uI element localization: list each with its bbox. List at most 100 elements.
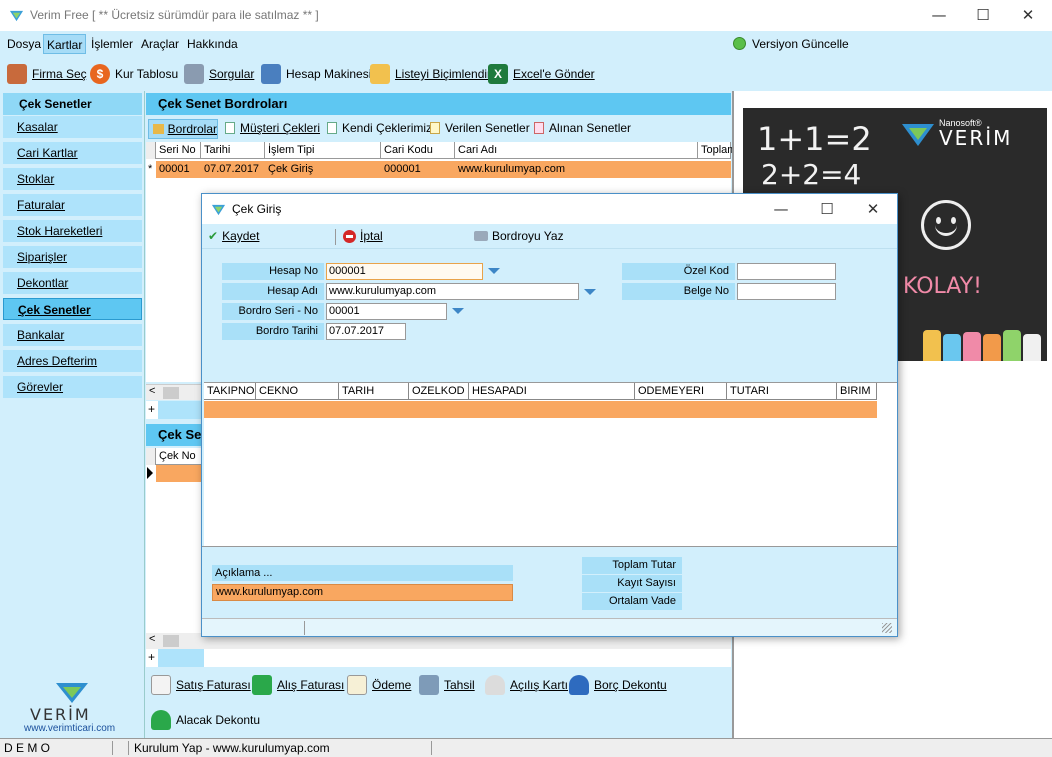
version-update-link[interactable]: Versiyon Güncelle <box>752 37 849 51</box>
excel-gonder-button[interactable]: X Excel'e Gönder <box>488 63 595 85</box>
tab-label: Kendi Çeklerimiz <box>342 121 433 135</box>
hesap-adi-dropdown-icon[interactable] <box>584 289 596 295</box>
col-takipno[interactable]: TAKIPNO <box>204 383 256 400</box>
hesap-no-dropdown-icon[interactable] <box>488 268 500 274</box>
col-cari-adi[interactable]: Cari Adı <box>455 142 698 159</box>
sidebar-item-cari-kartlar[interactable]: Cari Kartlar <box>3 142 142 164</box>
maximize-button[interactable]: ☐ <box>960 4 1006 28</box>
sidebar-item-stok-hareketleri[interactable]: Stok Hareketleri <box>3 220 142 242</box>
dialog-close-button[interactable]: ✕ <box>850 198 896 222</box>
scroll-thumb[interactable] <box>163 635 179 647</box>
bordro-seri-dropdown-icon[interactable] <box>452 308 464 314</box>
aciklama-input[interactable]: www.kurulumyap.com <box>212 584 513 601</box>
version-update-icon <box>733 37 746 50</box>
ozel-kod-input[interactable] <box>737 263 836 280</box>
resize-grip-icon[interactable] <box>882 623 892 633</box>
dialog-minimize-button[interactable]: — <box>758 198 804 222</box>
smiley-eye-icon <box>936 217 941 224</box>
hesap-adi-input[interactable]: www.kurulumyap.com <box>326 283 579 300</box>
sidebar-item-stoklar[interactable]: Stoklar <box>3 168 142 190</box>
sidebar-item-faturalar[interactable]: Faturalar <box>3 194 142 216</box>
bordro-tarihi-input[interactable]: 07.07.2017 <box>326 323 406 340</box>
minimize-button[interactable]: — <box>916 4 962 28</box>
scroll-thumb[interactable] <box>163 387 179 399</box>
col-ozelkod[interactable]: OZELKOD <box>409 383 469 400</box>
table-row[interactable]: 00001 07.07.2017 Çek Giriş 000001 www.ku… <box>156 161 731 178</box>
verim-logo-icon <box>56 683 88 703</box>
sorgular-button[interactable]: Sorgular <box>184 63 254 85</box>
kaydet-button[interactable]: ✔ Kaydet <box>208 229 259 243</box>
firma-sec-button[interactable]: Firma Seç <box>7 63 87 85</box>
tahsil-button[interactable]: Tahsil <box>419 673 475 697</box>
sidebar-item-label: Kasalar <box>17 120 58 134</box>
close-button[interactable]: ✕ <box>1005 4 1051 28</box>
hesap-no-input[interactable]: 000001 <box>326 263 483 280</box>
sidebar-item-label: Görevler <box>17 380 64 394</box>
borc-dekontu-button[interactable]: Borç Dekontu <box>569 673 667 697</box>
add-row-bar-2: + <box>146 649 731 667</box>
invoice-icon <box>151 675 171 695</box>
kur-tablosu-button[interactable]: $ Kur Tablosu <box>90 63 178 85</box>
calculator-icon <box>261 64 281 84</box>
col-cekno[interactable]: CEKNO <box>256 383 339 400</box>
sidebar-brand-url[interactable]: www.verimticari.com <box>24 723 115 734</box>
toolbar: Firma Seç $ Kur Tablosu Sorgular Hesap M… <box>0 57 1052 91</box>
col-birim[interactable]: BIRIM <box>837 383 877 400</box>
menu-kartlar[interactable]: Kartlar <box>43 34 87 54</box>
sidebar-item-bankalar[interactable]: Bankalar <box>3 324 142 346</box>
tab-verilen-senetler[interactable]: Verilen Senetler <box>430 121 530 135</box>
sidebar-item-label: Siparişler <box>17 250 68 264</box>
sidebar-item-label: Stok Hareketleri <box>17 224 103 238</box>
col-hesapadi[interactable]: HESAPADI <box>469 383 635 400</box>
col-cari-kodu[interactable]: Cari Kodu <box>381 142 455 159</box>
sidebar-item-adres-defterim[interactable]: Adres Defterim <box>3 350 142 372</box>
row-pointer-icon <box>147 467 153 479</box>
satis-faturasi-button[interactable]: Satış Faturası <box>151 673 251 697</box>
folder-icon <box>153 124 164 134</box>
col-tarih[interactable]: TARIH <box>339 383 409 400</box>
belge-no-input[interactable] <box>737 283 836 300</box>
sidebar-item-dekontlar[interactable]: Dekontlar <box>3 272 142 294</box>
sidebar-item-cek-senetler[interactable]: Çek Senetler <box>3 298 142 320</box>
odeme-button[interactable]: Ödeme <box>347 673 411 697</box>
iptal-button[interactable]: İptal <box>343 229 383 243</box>
purchase-icon <box>252 675 272 695</box>
col-tutari[interactable]: TUTARI <box>727 383 837 400</box>
iptal-label: İptal <box>360 229 383 243</box>
menu-araclar[interactable]: Araçlar <box>138 34 182 54</box>
hesap-makinesi-button[interactable]: Hesap Makinesi <box>261 63 371 85</box>
alis-faturasi-button[interactable]: Alış Faturası <box>252 673 344 697</box>
status-divider <box>431 741 432 755</box>
listeyi-bicimlendir-label: Listeyi Biçimlendir <box>395 67 492 81</box>
tab-musteri-cekleri[interactable]: Müşteri Çekleri <box>225 121 320 135</box>
col-islem-tipi[interactable]: İşlem Tipi <box>265 142 381 159</box>
sidebar-item-siparisler[interactable]: Siparişler <box>3 246 142 268</box>
col-cek-no[interactable]: Çek No <box>156 448 206 465</box>
tab-kendi-ceklerimiz[interactable]: Kendi Çeklerimiz <box>327 121 432 135</box>
sorgular-label: Sorgular <box>209 67 255 81</box>
bordroyu-yaz-button[interactable]: Bordroyu Yaz <box>474 229 564 243</box>
sidebar-item-gorevler[interactable]: Görevler <box>3 376 142 398</box>
panel-title: Çek Senet Bordroları <box>146 93 731 115</box>
sidebar-item-kasalar[interactable]: Kasalar <box>3 116 142 138</box>
acilis-karti-button[interactable]: Açılış Kartı <box>485 673 568 697</box>
tab-bordrolar[interactable]: Bordrolar <box>148 119 218 139</box>
add-row-icon[interactable]: + <box>148 650 155 664</box>
dialog-maximize-button[interactable]: ☐ <box>804 198 850 222</box>
col-odemeyeri[interactable]: ODEMEYERI <box>635 383 727 400</box>
add-row-icon[interactable]: + <box>148 402 155 416</box>
col-tarihi[interactable]: Tarihi <box>201 142 265 159</box>
col-toplam[interactable]: Toplam <box>698 142 736 159</box>
document-icon <box>430 122 440 134</box>
menu-islemler[interactable]: İşlemler <box>88 34 136 54</box>
smiley-mouth-icon <box>935 225 957 236</box>
menu-hakkinda[interactable]: Hakkında <box>184 34 241 54</box>
tab-alinan-senetler[interactable]: Alınan Senetler <box>534 121 631 135</box>
listeyi-bicimlendir-button[interactable]: Listeyi Biçimlendir <box>370 63 491 85</box>
bordro-seri-input[interactable]: 00001 <box>326 303 447 320</box>
table-row[interactable] <box>204 401 877 418</box>
menu-dosya[interactable]: Dosya <box>4 34 44 54</box>
button-label: Açılış Kartı <box>510 678 569 692</box>
alacak-dekontu-button[interactable]: Alacak Dekontu <box>151 708 260 732</box>
col-seri-no[interactable]: Seri No <box>156 142 201 159</box>
